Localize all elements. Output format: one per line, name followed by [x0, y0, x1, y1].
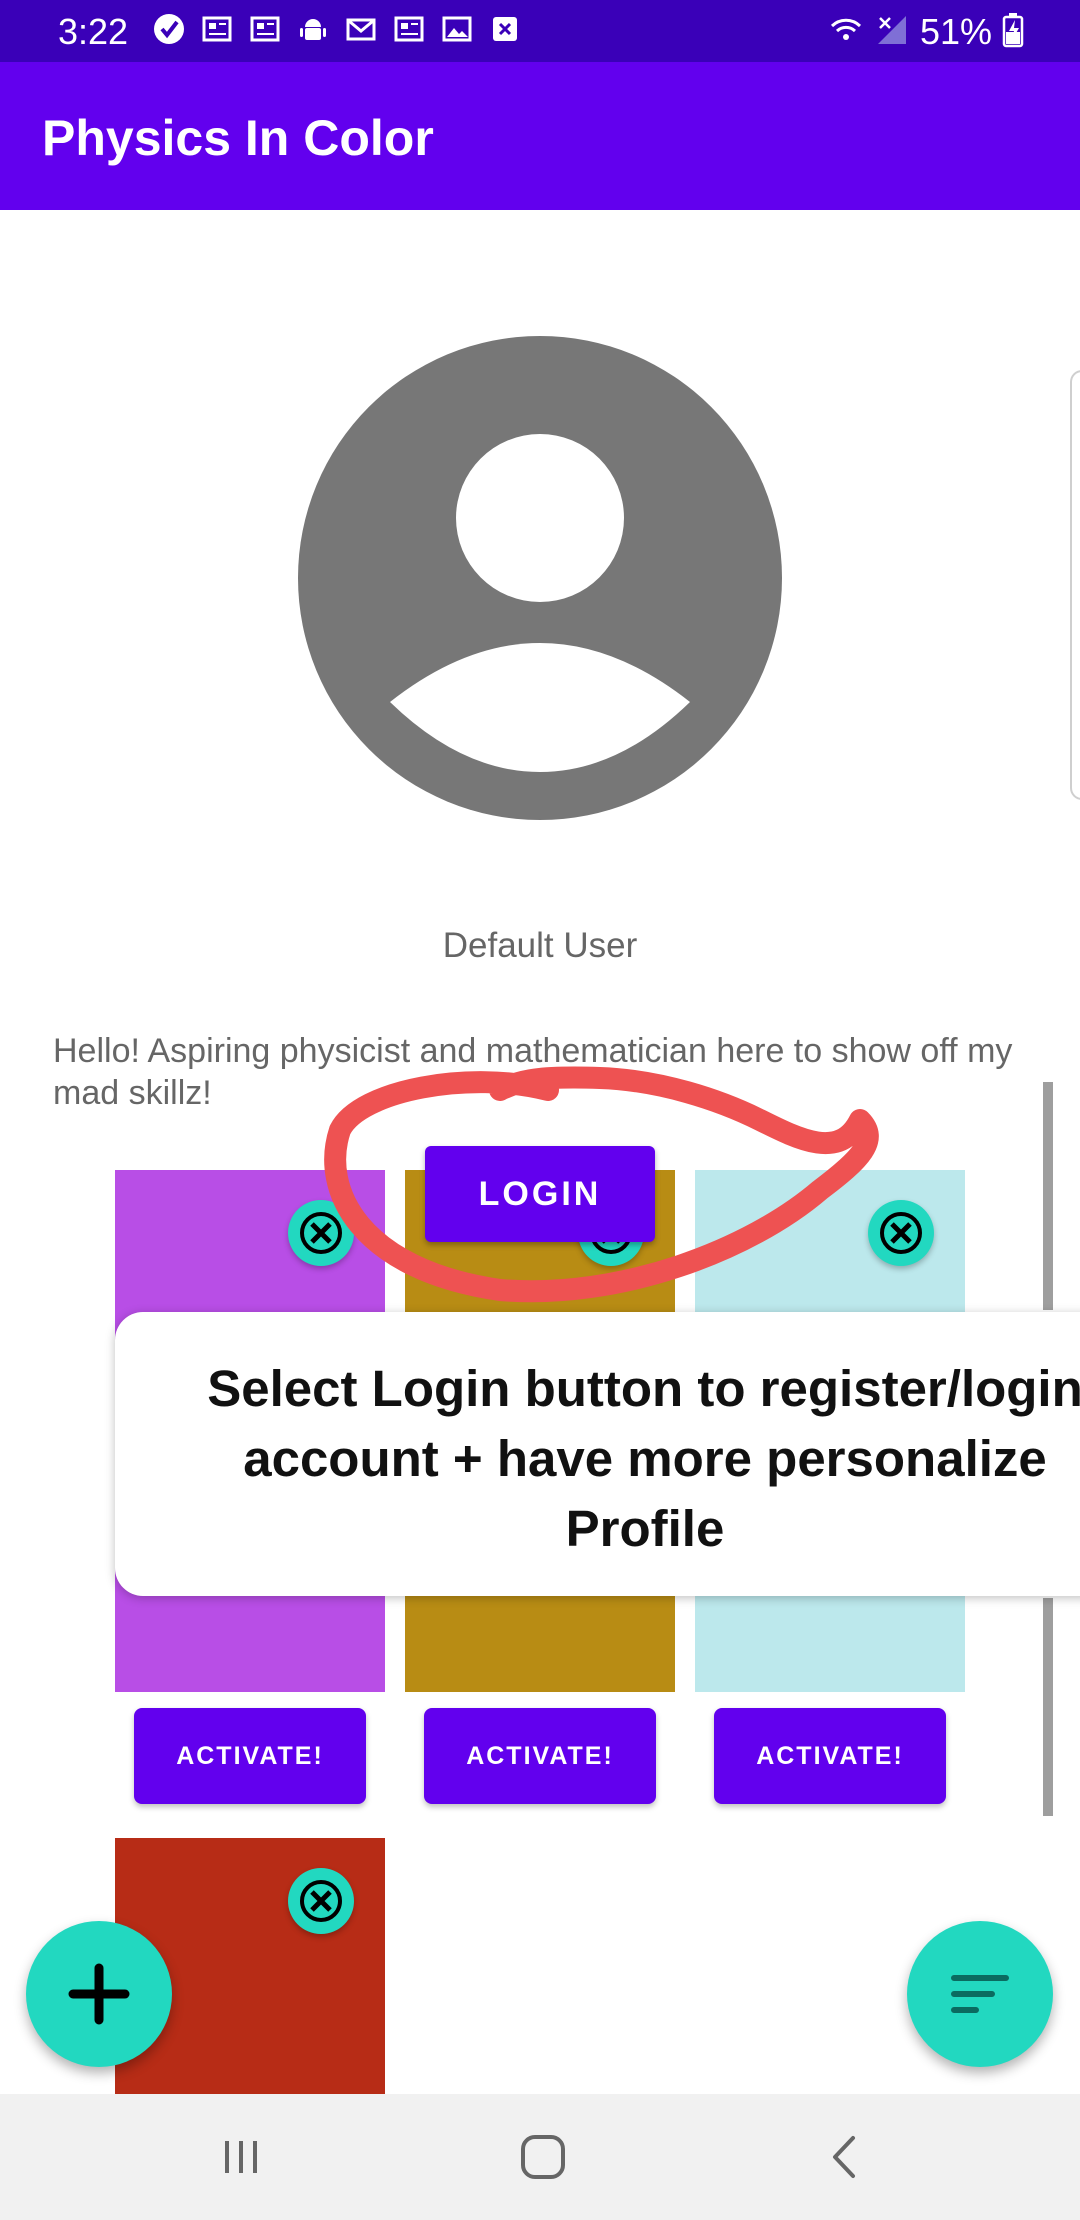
news-icon	[248, 12, 282, 46]
sort-icon	[951, 1975, 1009, 2013]
news-icon	[200, 12, 234, 46]
activate-button[interactable]: ACTIVATE!	[424, 1708, 656, 1804]
app-title: Physics In Color	[42, 110, 434, 166]
android-icon	[296, 12, 330, 46]
recent-apps-icon	[225, 2141, 257, 2173]
add-card-button[interactable]	[26, 1921, 172, 2067]
status-right: 51%	[828, 10, 1024, 54]
app-bar: Physics In Color	[0, 62, 1080, 210]
status-time: 3:22	[58, 11, 129, 52]
activate-button[interactable]: ACTIVATE!	[714, 1708, 946, 1804]
battery-charging-icon	[1002, 12, 1024, 53]
plus-icon	[68, 1963, 130, 2025]
system-nav-bar	[0, 2094, 1080, 2220]
onboarding-tooltip: Select Login button to register/login ac…	[115, 1312, 1080, 1596]
remove-card-button[interactable]	[288, 1868, 354, 1934]
account-circle-icon	[298, 336, 782, 820]
close-icon	[880, 1212, 922, 1254]
tooltip-line: Profile	[565, 1500, 725, 1557]
back-icon	[833, 2136, 855, 2178]
image-icon	[440, 12, 474, 46]
status-bar: 3:22 51%	[0, 0, 1080, 62]
wifi-icon	[828, 12, 864, 53]
close-icon	[300, 1880, 342, 1922]
tooltip-line: account + have more personalize	[243, 1430, 1047, 1487]
back-button[interactable]	[810, 2124, 880, 2190]
avatar[interactable]	[298, 336, 782, 820]
tooltip-text: Select Login button to register/login ac…	[145, 1354, 1080, 1564]
remove-card-button[interactable]	[868, 1200, 934, 1266]
tooltip-line: Select Login button to register/login	[207, 1360, 1080, 1417]
profile-bio: Hello! Aspiring physicist and mathematic…	[53, 1032, 1013, 1112]
signal-icon	[874, 12, 910, 53]
gmail-icon	[344, 12, 378, 46]
home-button[interactable]	[508, 2124, 578, 2190]
remove-card-button[interactable]	[288, 1200, 354, 1266]
side-panel-handle[interactable]	[1070, 370, 1080, 800]
close-box-icon	[488, 12, 522, 46]
sort-button[interactable]	[907, 1921, 1053, 2067]
home-icon	[521, 2135, 565, 2179]
scrollbar[interactable]	[1043, 1082, 1053, 1310]
activate-button[interactable]: ACTIVATE!	[134, 1708, 366, 1804]
check-circle-icon	[152, 12, 186, 46]
news-icon	[392, 12, 426, 46]
login-button[interactable]: LOGIN	[425, 1146, 655, 1242]
scrollbar[interactable]	[1043, 1598, 1053, 1816]
battery-percent: 51%	[919, 11, 992, 52]
close-icon	[300, 1212, 342, 1254]
recent-apps-button[interactable]	[206, 2124, 276, 2190]
notification-icons	[152, 12, 522, 46]
profile-name: Default User	[442, 926, 638, 965]
